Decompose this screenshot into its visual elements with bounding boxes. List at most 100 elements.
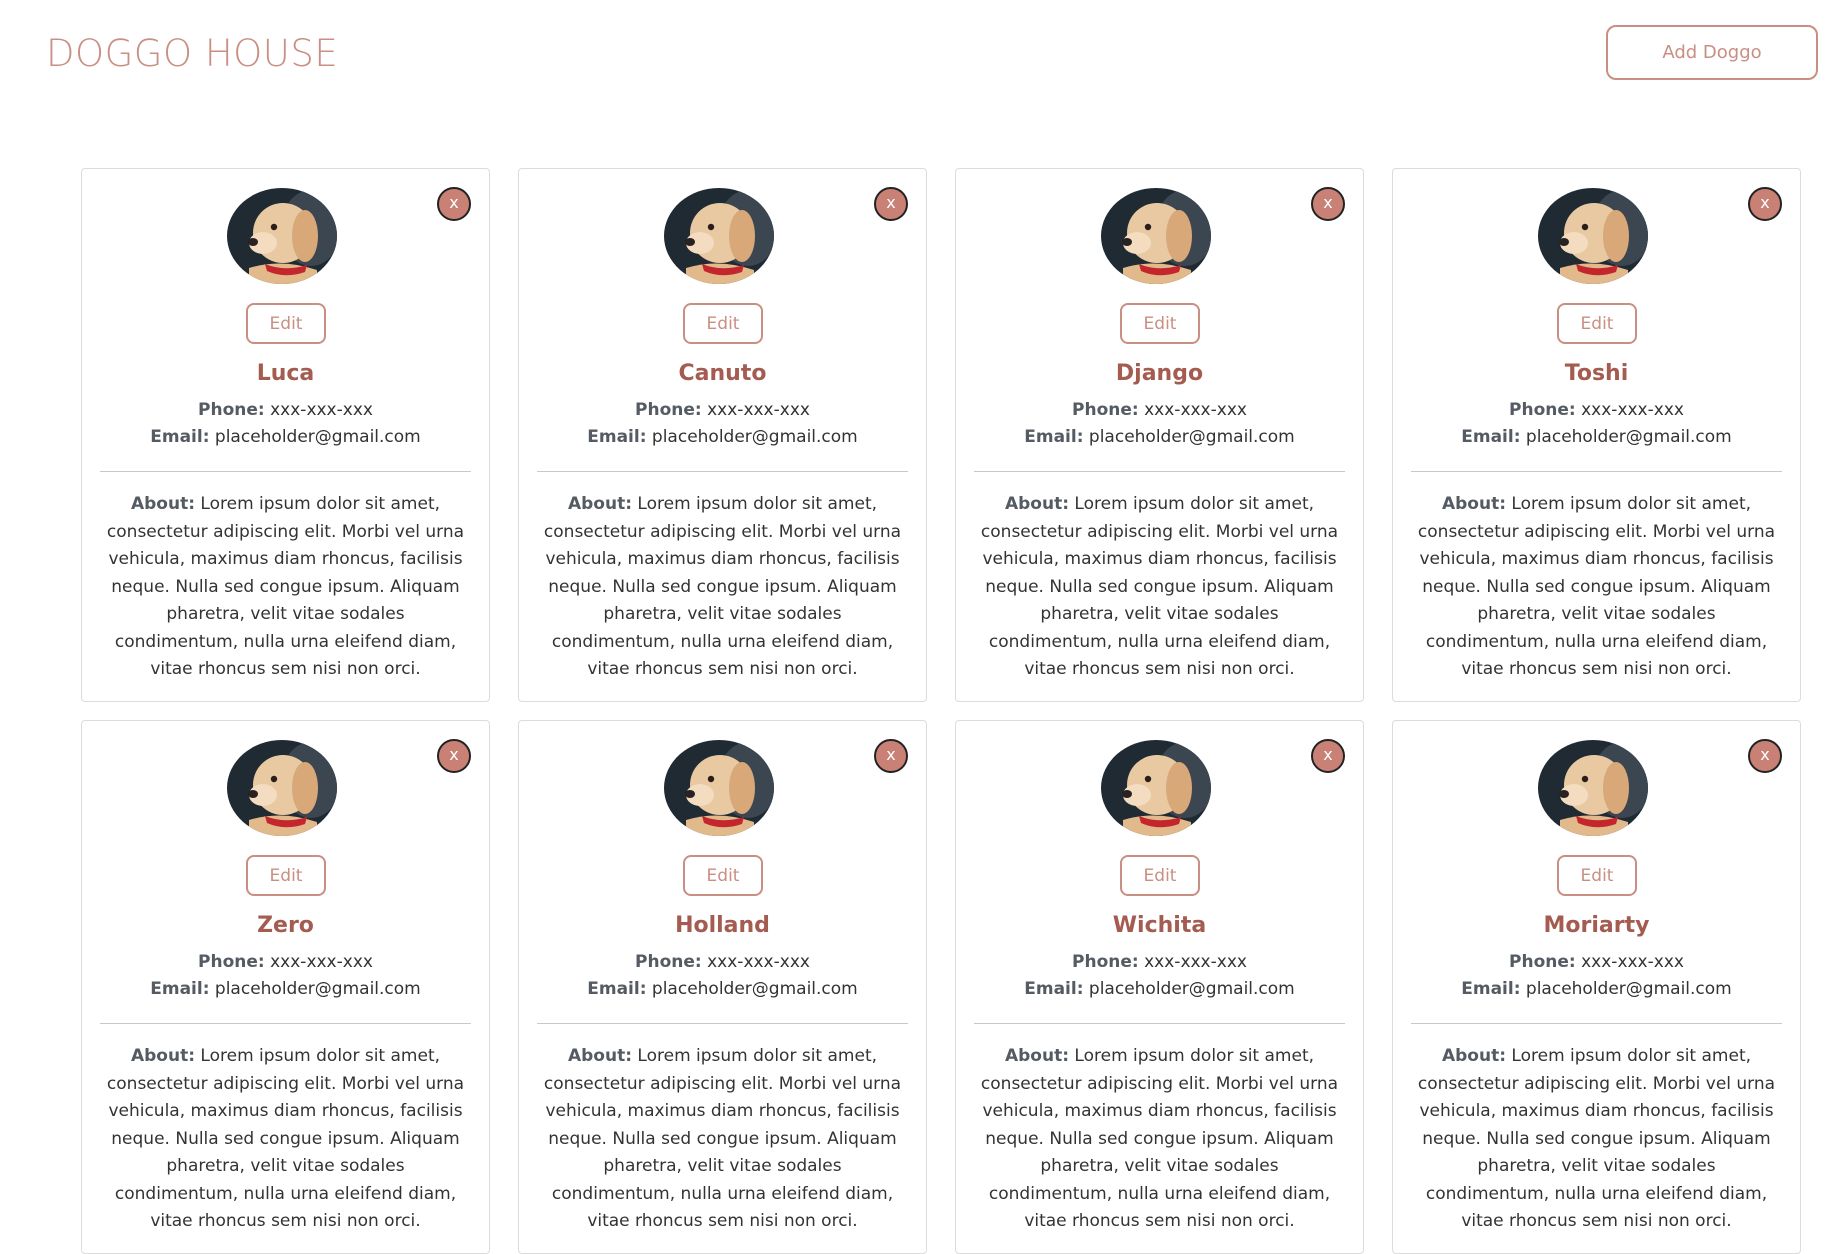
dog-avatar [1101, 188, 1211, 284]
phone-value: xxx-xxx-xxx [1144, 400, 1247, 420]
about-value: Lorem ipsum dolor sit amet, consectetur … [1417, 1046, 1776, 1231]
card-divider [100, 471, 471, 472]
dog-avatar [1538, 188, 1648, 284]
about-value: Lorem ipsum dolor sit amet, consectetur … [106, 494, 465, 679]
card-divider [1411, 1023, 1782, 1024]
phone-label: Phone: [635, 400, 702, 420]
about-label: About: [1441, 494, 1507, 514]
delete-button[interactable]: x [1311, 739, 1345, 773]
dog-name: Luca [256, 361, 315, 386]
dog-avatar [1101, 740, 1211, 836]
phone-line: Phone: xxx-xxx-xxx [1393, 400, 1800, 420]
phone-value: xxx-xxx-xxx [1144, 952, 1247, 972]
about-text: About: Lorem ipsum dolor sit amet, conse… [1415, 491, 1778, 684]
dog-card: x Edit Holland Phone: xxx-xxx-xxx Email:… [518, 720, 927, 1254]
email-label: Email: [1024, 979, 1084, 999]
dog-card: x Edit Wichita Phone: xxx-xxx-xxx Email:… [955, 720, 1364, 1254]
delete-button[interactable]: x [1311, 187, 1345, 221]
email-label: Email: [1461, 427, 1521, 447]
email-value: placeholder@gmail.com [214, 979, 421, 999]
email-line: Email: placeholder@gmail.com [1393, 979, 1800, 999]
edit-button[interactable]: Edit [1557, 855, 1637, 896]
about-label: About: [567, 494, 633, 514]
edit-button[interactable]: Edit [1557, 303, 1637, 344]
about-value: Lorem ipsum dolor sit amet, consectetur … [1417, 494, 1776, 679]
edit-button[interactable]: Edit [1120, 855, 1200, 896]
about-text: About: Lorem ipsum dolor sit amet, conse… [104, 491, 467, 684]
dog-card: x Edit Canuto Phone: xxx-xxx-xxx Email: … [518, 168, 927, 702]
about-text: About: Lorem ipsum dolor sit amet, conse… [541, 491, 904, 684]
phone-label: Phone: [1072, 952, 1139, 972]
edit-button[interactable]: Edit [683, 855, 763, 896]
email-label: Email: [587, 427, 647, 447]
dog-card: x Edit Moriarty Phone: xxx-xxx-xxx Email… [1392, 720, 1801, 1254]
dog-card: x Edit Django Phone: xxx-xxx-xxx Email: … [955, 168, 1364, 702]
delete-button[interactable]: x [437, 187, 471, 221]
puppy-photo-icon [227, 188, 337, 284]
about-value: Lorem ipsum dolor sit amet, consectetur … [980, 494, 1339, 679]
about-text: About: Lorem ipsum dolor sit amet, conse… [104, 1043, 467, 1236]
about-label: About: [130, 1046, 196, 1066]
card-divider [100, 1023, 471, 1024]
phone-line: Phone: xxx-xxx-xxx [956, 952, 1363, 972]
dog-name: Django [1115, 361, 1204, 386]
delete-button[interactable]: x [874, 187, 908, 221]
phone-line: Phone: xxx-xxx-xxx [82, 952, 489, 972]
dog-avatar [227, 740, 337, 836]
email-label: Email: [1461, 979, 1521, 999]
about-text: About: Lorem ipsum dolor sit amet, conse… [1415, 1043, 1778, 1236]
dog-avatar [227, 188, 337, 284]
puppy-photo-icon [1538, 188, 1648, 284]
dog-name: Wichita [1112, 913, 1207, 938]
about-value: Lorem ipsum dolor sit amet, consectetur … [543, 1046, 902, 1231]
dog-name: Moriarty [1543, 913, 1650, 938]
phone-line: Phone: xxx-xxx-xxx [519, 400, 926, 420]
card-divider [537, 471, 908, 472]
about-label: About: [1004, 494, 1070, 514]
about-label: About: [567, 1046, 633, 1066]
about-label: About: [1441, 1046, 1507, 1066]
email-line: Email: placeholder@gmail.com [519, 427, 926, 447]
page-header: DOGGO HOUSE Add Doggo [0, 0, 1843, 120]
email-value: placeholder@gmail.com [1525, 979, 1732, 999]
phone-label: Phone: [1072, 400, 1139, 420]
email-value: placeholder@gmail.com [1088, 979, 1295, 999]
email-value: placeholder@gmail.com [1088, 427, 1295, 447]
about-value: Lorem ipsum dolor sit amet, consectetur … [543, 494, 902, 679]
delete-button[interactable]: x [1748, 187, 1782, 221]
about-text: About: Lorem ipsum dolor sit amet, conse… [541, 1043, 904, 1236]
phone-label: Phone: [198, 400, 265, 420]
about-text: About: Lorem ipsum dolor sit amet, conse… [978, 491, 1341, 684]
edit-button[interactable]: Edit [683, 303, 763, 344]
email-label: Email: [150, 979, 210, 999]
phone-value: xxx-xxx-xxx [1581, 400, 1684, 420]
card-divider [537, 1023, 908, 1024]
about-value: Lorem ipsum dolor sit amet, consectetur … [106, 1046, 465, 1231]
email-line: Email: placeholder@gmail.com [519, 979, 926, 999]
dog-avatar [664, 740, 774, 836]
dog-card: x Edit Luca Phone: xxx-xxx-xxx Email: pl… [81, 168, 490, 702]
phone-label: Phone: [198, 952, 265, 972]
dog-card: x Edit Zero Phone: xxx-xxx-xxx Email: pl… [81, 720, 490, 1254]
email-line: Email: placeholder@gmail.com [1393, 427, 1800, 447]
email-value: placeholder@gmail.com [651, 427, 858, 447]
edit-button[interactable]: Edit [246, 855, 326, 896]
puppy-photo-icon [1538, 740, 1648, 836]
delete-button[interactable]: x [1748, 739, 1782, 773]
add-doggo-button[interactable]: Add Doggo [1606, 25, 1818, 80]
email-line: Email: placeholder@gmail.com [82, 427, 489, 447]
puppy-photo-icon [1101, 740, 1211, 836]
edit-button[interactable]: Edit [246, 303, 326, 344]
phone-label: Phone: [635, 952, 702, 972]
puppy-photo-icon [664, 188, 774, 284]
site-title: DOGGO HOUSE [46, 32, 339, 75]
phone-value: xxx-xxx-xxx [270, 400, 373, 420]
dog-card: x Edit Toshi Phone: xxx-xxx-xxx Email: p… [1392, 168, 1801, 702]
about-value: Lorem ipsum dolor sit amet, consectetur … [980, 1046, 1339, 1231]
edit-button[interactable]: Edit [1120, 303, 1200, 344]
about-text: About: Lorem ipsum dolor sit amet, conse… [978, 1043, 1341, 1236]
delete-button[interactable]: x [874, 739, 908, 773]
delete-button[interactable]: x [437, 739, 471, 773]
phone-value: xxx-xxx-xxx [707, 952, 810, 972]
card-divider [974, 1023, 1345, 1024]
